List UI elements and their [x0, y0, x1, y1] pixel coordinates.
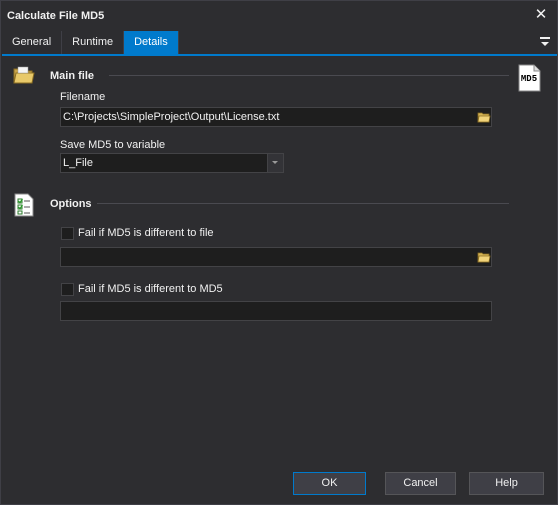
- fail-if-different-md5-label: Fail if MD5 is different to MD5: [78, 283, 223, 295]
- main-file-divider: [109, 75, 509, 76]
- fail-if-different-file-label: Fail if MD5 is different to file: [78, 227, 214, 239]
- md5-document-icon: MD5: [518, 64, 541, 92]
- compare-file-input[interactable]: [60, 247, 492, 267]
- save-variable-label: Save MD5 to variable: [60, 139, 166, 151]
- fail-if-different-md5-checkbox-row[interactable]: Fail if MD5 is different to MD5: [61, 282, 223, 296]
- browse-folder-icon[interactable]: [477, 251, 491, 263]
- fail-if-different-file-checkbox-row[interactable]: Fail if MD5 is different to file: [61, 226, 214, 240]
- main-file-section-title: Main file: [50, 70, 95, 82]
- fail-if-different-md5-checkbox[interactable]: [61, 282, 74, 296]
- filename-label: Filename: [60, 91, 106, 103]
- md5-badge-text: MD5: [521, 74, 537, 84]
- title-bar: Calculate File MD5 ✕: [1, 1, 557, 31]
- tab-general[interactable]: General: [2, 31, 63, 54]
- chevron-down-icon[interactable]: [267, 154, 283, 172]
- tab-runtime[interactable]: Runtime: [62, 31, 125, 54]
- options-section-title: Options: [50, 198, 92, 210]
- calculate-file-md5-dialog: Calculate File MD5 ✕ General Runtime Det…: [0, 0, 558, 505]
- cancel-button[interactable]: Cancel: [385, 472, 456, 495]
- fail-if-different-file-checkbox[interactable]: [61, 226, 74, 240]
- options-divider: [97, 203, 509, 204]
- browse-folder-icon[interactable]: [477, 111, 491, 123]
- variable-select-value: L_File: [63, 157, 93, 169]
- tab-menu-icon[interactable]: [540, 37, 550, 47]
- folder-icon: [13, 66, 35, 84]
- checklist-icon: [14, 193, 34, 217]
- close-icon[interactable]: ✕: [533, 7, 549, 23]
- compare-md5-input[interactable]: [60, 301, 492, 321]
- tab-details[interactable]: Details: [124, 31, 179, 54]
- filename-value: C:\Projects\SimpleProject\Output\License…: [63, 111, 280, 123]
- tab-strip: General Runtime Details: [2, 31, 179, 54]
- help-button[interactable]: Help: [469, 472, 544, 495]
- variable-select[interactable]: L_File: [60, 153, 284, 173]
- ok-button[interactable]: OK: [293, 472, 366, 495]
- filename-input[interactable]: C:\Projects\SimpleProject\Output\License…: [60, 107, 492, 127]
- tab-underline: [2, 54, 557, 56]
- window-title: Calculate File MD5: [7, 10, 105, 22]
